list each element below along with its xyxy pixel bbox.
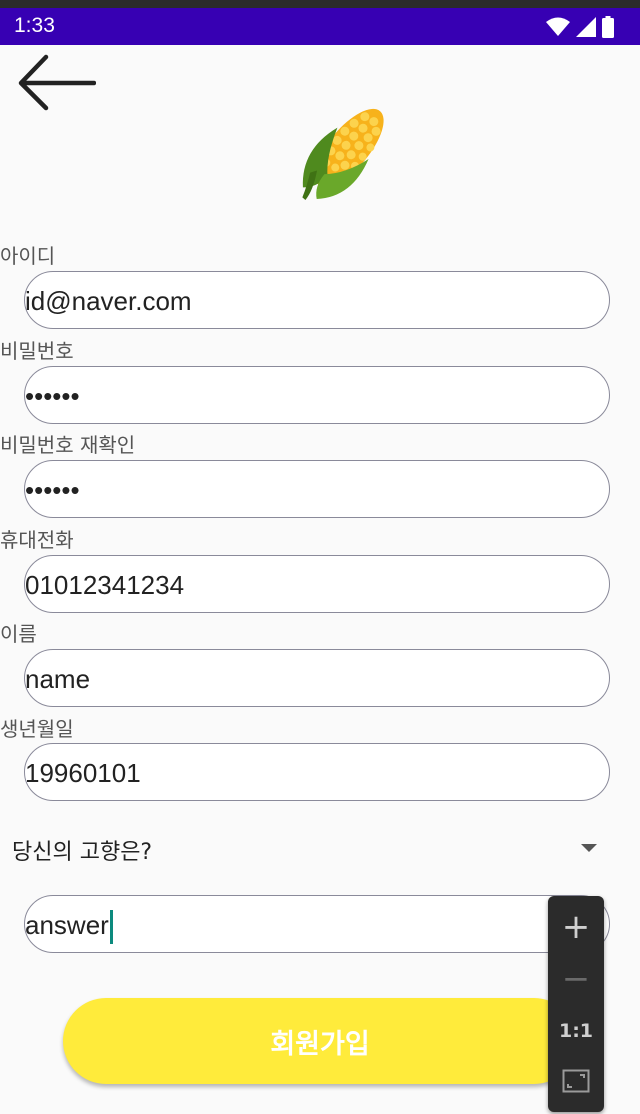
zoom-fit-button[interactable] (548, 1056, 604, 1106)
status-bar: 1:33 (0, 8, 640, 45)
name-input[interactable]: name (24, 649, 610, 707)
zoom-reset-button[interactable]: 1:1 (548, 1006, 604, 1056)
name-label: 이름 (0, 622, 37, 646)
birth-value: 19960101 (25, 758, 141, 788)
signup-button[interactable]: 회원가입 (63, 998, 577, 1084)
phone-label: 휴대전화 (0, 528, 74, 552)
question-selected: 당신의 고향은? (12, 840, 153, 865)
wifi-icon (546, 17, 570, 41)
status-icons (546, 16, 614, 42)
battery-icon (602, 16, 614, 42)
answer-input[interactable]: answer (24, 895, 610, 953)
signal-icon (576, 17, 596, 41)
phone-value: 01012341234 (25, 570, 185, 600)
phone-input[interactable]: 01012341234 (24, 555, 610, 613)
password-confirm-value: •••••• (25, 475, 80, 505)
triangle-down-icon (581, 844, 597, 852)
password-value: •••••• (25, 381, 80, 411)
password-confirm-label: 비밀번호 재확인 (0, 433, 136, 457)
status-time: 1:33 (14, 14, 55, 37)
answer-value: answer (25, 896, 113, 954)
name-value: name (25, 664, 91, 694)
text-cursor (109, 910, 113, 945)
zoom-controls: + − 1:1 (548, 896, 604, 1112)
password-confirm-input[interactable]: •••••• (24, 460, 610, 518)
zoom-out-button[interactable]: − (548, 954, 604, 1004)
back-button[interactable] (14, 48, 98, 114)
password-input[interactable]: •••••• (24, 366, 610, 424)
id-input[interactable]: id@naver.com (24, 271, 610, 329)
id-value: id@naver.com (25, 286, 192, 316)
birth-label: 생년월일 (0, 717, 74, 741)
corn-icon (282, 98, 402, 216)
password-label: 비밀번호 (0, 339, 74, 363)
fit-screen-icon (562, 1069, 590, 1093)
window-top-edge (0, 0, 640, 8)
birth-input[interactable]: 19960101 (24, 743, 610, 801)
question-dropdown[interactable]: 당신의 고향은? (0, 826, 620, 874)
zoom-in-button[interactable]: + (548, 902, 604, 952)
id-label: 아이디 (0, 244, 56, 268)
arrow-left-icon (18, 54, 96, 111)
